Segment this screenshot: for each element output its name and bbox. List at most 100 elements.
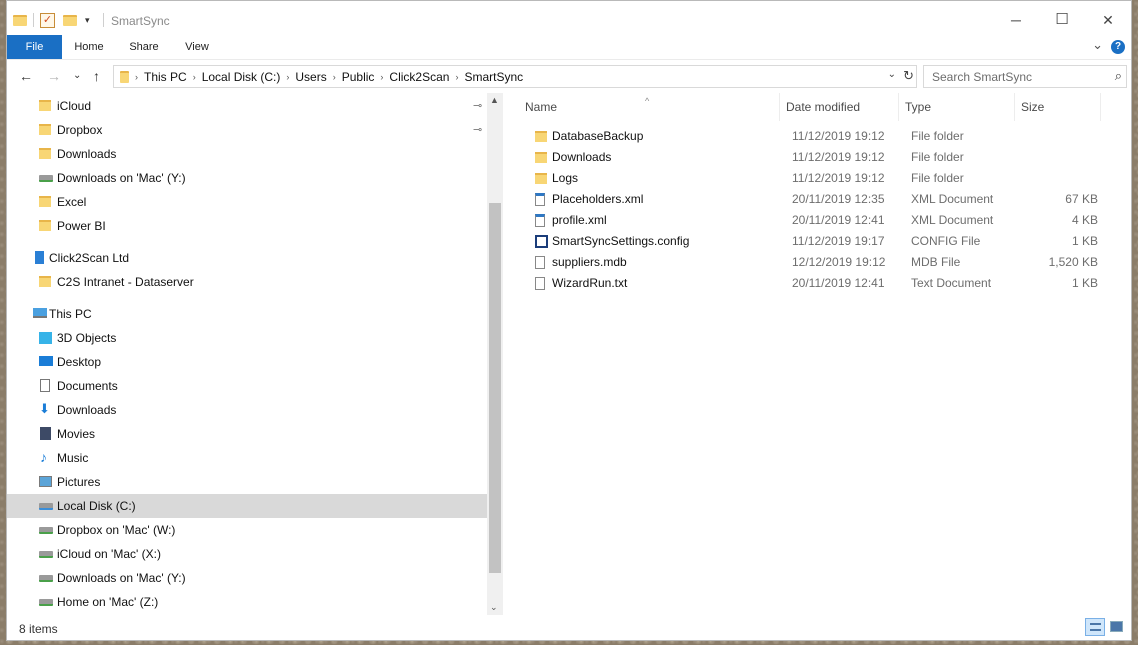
chevron-right-icon[interactable]: › (333, 72, 336, 82)
nav-item-label: Downloads (57, 403, 117, 417)
minimize-button[interactable]: ─ (993, 1, 1039, 37)
chevron-right-icon[interactable]: › (286, 72, 289, 82)
address-bar[interactable]: › This PC › Local Disk (C:) › Users › Pu… (113, 65, 917, 88)
status-bar: 8 items (7, 615, 1131, 640)
scroll-down-icon[interactable]: ⌄ (490, 602, 498, 613)
nav-item-music[interactable]: ♪ Music (7, 446, 487, 470)
file-name: Downloads (552, 150, 612, 164)
pin-icon[interactable]: ⊸ (473, 118, 482, 142)
maximize-button[interactable]: ☐ (1039, 1, 1085, 37)
file-list: Name ^ Date modified Type Size DatabaseB… (519, 93, 1109, 613)
column-header-size[interactable]: Size (1015, 93, 1101, 121)
folder-icon (535, 131, 547, 142)
file-row[interactable]: suppliers.mdb 12/12/2019 19:12 MDB File … (519, 252, 1109, 273)
downloads-icon: ⬇ (39, 401, 50, 416)
chevron-right-icon[interactable]: › (135, 72, 138, 82)
pin-icon[interactable]: ⊸ (473, 94, 482, 118)
properties-icon[interactable]: ✓ (40, 12, 55, 28)
separator (103, 13, 104, 27)
music-icon: ♪ (40, 449, 47, 465)
search-input[interactable] (930, 66, 1104, 88)
column-label: Name (525, 100, 558, 114)
breadcrumb-local-disk[interactable]: Local Disk (C:) (202, 70, 281, 84)
file-row[interactable]: Placeholders.xml 20/11/2019 12:35 XML Do… (519, 189, 1109, 210)
nav-scrollbar[interactable]: ▲ ⌄ (487, 93, 503, 615)
nav-item-excel[interactable]: Excel (7, 190, 487, 214)
nav-item-desktop[interactable]: Desktop (7, 350, 487, 374)
file-name: SmartSyncSettings.config (552, 234, 690, 248)
column-header-name[interactable]: Name ^ (519, 93, 780, 121)
chevron-right-icon[interactable]: › (380, 72, 383, 82)
file-row[interactable]: profile.xml 20/11/2019 12:41 XML Documen… (519, 210, 1109, 231)
file-type: XML Document (911, 192, 994, 206)
breadcrumb-users[interactable]: Users (295, 70, 326, 84)
xml-file-icon (535, 193, 545, 206)
folder-icon (535, 173, 547, 184)
back-button[interactable]: ← (19, 68, 33, 84)
nav-item-movies[interactable]: Movies (7, 422, 487, 446)
column-header-date[interactable]: Date modified (780, 93, 899, 121)
chevron-right-icon[interactable]: › (455, 72, 458, 82)
breadcrumb-public[interactable]: Public (342, 70, 375, 84)
nav-item-dropbox[interactable]: Dropbox ⊸ (7, 118, 487, 142)
folder-icon (39, 196, 51, 207)
scrollbar-thumb[interactable] (489, 203, 501, 573)
tab-home[interactable]: Home (62, 35, 116, 59)
tab-share[interactable]: Share (116, 35, 172, 59)
nav-item-label: 3D Objects (57, 331, 117, 345)
recent-locations-button[interactable]: ⌄ (73, 70, 81, 81)
file-date: 20/11/2019 12:41 (792, 276, 885, 290)
close-button[interactable]: ✕ (1085, 1, 1131, 37)
nav-item-3d-objects[interactable]: 3D Objects (7, 326, 487, 350)
navigation-bar: ← → ⌄ ↑ › This PC › Local Disk (C:) › Us… (7, 61, 1131, 93)
nav-item-click2scan-ltd[interactable]: Click2Scan Ltd (7, 246, 487, 270)
expand-ribbon-icon[interactable]: ⌄ (1092, 37, 1103, 53)
nav-item-documents[interactable]: Documents (7, 374, 487, 398)
file-type: XML Document (911, 213, 994, 227)
search-box[interactable]: ⌕ (923, 65, 1127, 88)
help-icon[interactable]: ? (1111, 40, 1125, 54)
chevron-right-icon[interactable]: › (193, 72, 196, 82)
new-folder-icon[interactable] (63, 14, 77, 26)
nav-item-this-pc[interactable]: This PC (7, 302, 487, 326)
breadcrumb-this-pc[interactable]: This PC (144, 70, 187, 84)
tab-view[interactable]: View (172, 35, 222, 59)
nav-item-local-disk[interactable]: Local Disk (C:) (7, 494, 487, 518)
file-row[interactable]: SmartSyncSettings.config 11/12/2019 19:1… (519, 231, 1109, 252)
file-type: File folder (911, 129, 964, 143)
folder-icon (39, 148, 51, 159)
nav-item-downloads-mac-y-pc[interactable]: Downloads on 'Mac' (Y:) (7, 566, 487, 590)
breadcrumb-click2scan[interactable]: Click2Scan (389, 70, 449, 84)
tab-file[interactable]: File (7, 35, 62, 59)
nav-item-label: Dropbox on 'Mac' (W:) (57, 523, 176, 537)
column-header-type[interactable]: Type (899, 93, 1015, 121)
up-button[interactable]: ↑ (93, 68, 100, 84)
nav-item-dropbox-mac-w[interactable]: Dropbox on 'Mac' (W:) (7, 518, 487, 542)
nav-item-icloud[interactable]: iCloud ⊸ (7, 94, 487, 118)
refresh-icon[interactable]: ↻ (903, 68, 914, 84)
file-row[interactable]: Logs 11/12/2019 19:12 File folder (519, 168, 1109, 189)
file-row[interactable]: DatabaseBackup 11/12/2019 19:12 File fol… (519, 126, 1109, 147)
file-row[interactable]: WizardRun.txt 20/11/2019 12:41 Text Docu… (519, 273, 1109, 294)
customize-toolbar-icon[interactable]: ▾ (85, 15, 90, 26)
nav-item-downloads-mac-y[interactable]: Downloads on 'Mac' (Y:) (7, 166, 487, 190)
nav-item-label: Click2Scan Ltd (49, 251, 130, 265)
nav-item-label: Documents (57, 379, 118, 393)
nav-item-icloud-mac-x[interactable]: iCloud on 'Mac' (X:) (7, 542, 487, 566)
breadcrumb-smartsync[interactable]: SmartSync (464, 70, 523, 84)
file-row[interactable]: Downloads 11/12/2019 19:12 File folder (519, 147, 1109, 168)
large-icons-view-button[interactable] (1107, 618, 1127, 636)
nav-item-power-bi[interactable]: Power BI (7, 214, 487, 238)
folder-icon (39, 124, 51, 135)
nav-item-label: Local Disk (C:) (57, 499, 136, 513)
nav-item-downloads[interactable]: Downloads (7, 142, 487, 166)
details-view-button[interactable] (1085, 618, 1105, 636)
search-icon[interactable]: ⌕ (1115, 68, 1122, 84)
forward-button[interactable]: → (47, 68, 61, 84)
nav-item-c2s-intranet[interactable]: C2S Intranet - Dataserver (7, 270, 487, 294)
address-history-icon[interactable]: ⌄ (888, 69, 896, 80)
nav-item-pictures[interactable]: Pictures (7, 470, 487, 494)
nav-item-home-mac-z[interactable]: Home on 'Mac' (Z:) (7, 590, 487, 614)
nav-item-downloads-pc[interactable]: ⬇ Downloads (7, 398, 487, 422)
scroll-up-icon[interactable]: ▲ (490, 95, 499, 105)
